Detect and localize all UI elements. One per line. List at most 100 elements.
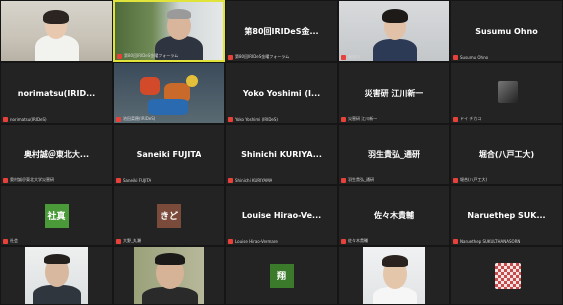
participant-label: 長谷川 [348,54,360,59]
name-label: 佐々木貴輔 [341,238,368,244]
participant-label: Naruethep SUKULTHANASORN [460,239,521,244]
participant-label: Yoko Yoshimi (IRIDeS) [235,117,278,122]
muted-mic-icon [341,54,346,60]
participant-tile[interactable]: 第80回IRIDeS金... 第80回IRIDeS金曜フォーラム [225,0,338,62]
participant-tile[interactable]: Naruethep SUK... Naruethep SUKULTHANASORN [450,185,563,246]
name-label: 第80回IRIDeS金曜フォーラム [117,53,178,59]
name-label: 堀合(八戸工大) [453,177,487,183]
participant-label: 社会 [10,238,18,243]
participant-tile[interactable]: 奥村誠＠東北大... 奥村誠＠東北大学災害研 [0,124,113,185]
participant-tile[interactable]: Susumu Ohno Susumu Ohno [450,0,563,62]
participant-name: 堀合(八戸工大) [478,150,535,159]
participant-name: 奥村誠＠東北大... [23,150,90,159]
video-feed [363,247,425,304]
muted-mic-icon [453,55,458,60]
participant-tile[interactable] [450,246,563,305]
video-feed [115,2,223,60]
participant-tile[interactable]: 第80回IRIDeS金曜フォーラム [113,0,225,62]
participant-name: 佐々木貴輔 [374,211,414,220]
name-label: 大野_丸瀬 [116,238,141,244]
participant-name: 第80回IRIDeS金... [244,26,319,36]
participant-tile[interactable]: 翔 [225,246,338,305]
muted-mic-icon [228,239,233,244]
muted-mic-icon [341,116,346,122]
participant-tile[interactable]: 池田菜穂(IRIDeS) [113,62,225,124]
participant-tile[interactable] [113,246,225,305]
participant-name: Yoko Yoshimi (I... [242,88,321,98]
video-feed [25,247,88,304]
muted-mic-icon [453,239,458,244]
name-label: Shinichi KURIYAMA [228,178,272,183]
participant-name: 災害研 江川新一 [364,88,424,98]
name-label: Naruethep SUKULTHANASORN [453,239,520,244]
participant-name: 羽生貴弘_通研 [368,150,420,159]
participant-tile[interactable]: 羽生貴弘_通研 羽生貴弘_通研 [338,124,450,185]
participant-tile[interactable]: Louise Hirao-Ve... Louise Hirao-Vermare [225,185,338,246]
muted-mic-icon [453,116,458,122]
participant-tile[interactable] [338,246,450,305]
participant-tile[interactable] [0,246,113,305]
participant-label: 第80回IRIDeS金曜フォーラム [235,54,290,59]
participant-tile[interactable]: ドイ チカコ [450,62,563,124]
avatar: きど [157,203,181,228]
video-feed [339,1,449,61]
participant-label: norimatsu(IRIDeS) [10,117,47,122]
muted-mic-icon [3,177,8,183]
participant-tile[interactable] [0,0,113,62]
participant-label: 第80回IRIDeS金曜フォーラム [124,53,179,58]
name-label: Saneiki FUJITA [116,178,151,183]
muted-mic-icon [228,54,233,60]
participant-tile[interactable]: 長谷川 [338,0,450,62]
avatar: 社真 [44,203,69,228]
participant-label: 佐々木貴輔 [348,238,368,243]
participant-name: Naruethep SUK... [467,211,546,220]
participant-tile[interactable]: 社真社会 [0,185,113,246]
name-label: 社会 [3,238,18,244]
muted-mic-icon [3,238,8,244]
muted-mic-icon [341,177,346,183]
name-label: Louise Hirao-Vermare [228,239,278,244]
video-feed [451,63,562,123]
participant-tile[interactable]: Shinichi KURIYA... Shinichi KURIYAMA [225,124,338,185]
participant-label: 大野_丸瀬 [123,238,141,243]
participant-tile[interactable]: 災害研 江川新一 災害研 江川新一 [338,62,450,124]
participant-label: Saneiki FUJITA [123,178,152,183]
participant-tile[interactable]: きど大野_丸瀬 [113,185,225,246]
participant-label: 池田菜穂(IRIDeS) [123,116,156,121]
name-label: Yoko Yoshimi (IRIDeS) [228,117,278,122]
participant-tile[interactable]: Saneiki FUJITA Saneiki FUJITA [113,124,225,185]
name-label: 奥村誠＠東北大学災害研 [3,177,54,183]
participant-label: 堀合(八戸工大) [460,177,488,182]
muted-mic-icon [228,178,233,183]
gallery-view: 第80回IRIDeS金曜フォーラム 第80回IRIDeS金... 第80回IRIDe… [0,0,563,305]
video-feed [134,247,204,304]
muted-mic-icon [117,53,122,59]
name-label: ドイ チカコ [453,116,481,122]
participant-tile[interactable]: Yoko Yoshimi (I... Yoko Yoshimi (IRIDeS) [225,62,338,124]
name-label: 長谷川 [341,54,360,60]
participant-label: Louise Hirao-Vermare [235,239,278,244]
video-feed [1,1,112,61]
name-label: 池田菜穂(IRIDeS) [116,116,155,122]
participant-label: 羽生貴弘_通研 [348,177,374,182]
muted-mic-icon [116,178,121,183]
participant-label: Shinichi KURIYAMA [235,178,273,183]
video-feed [114,63,224,123]
participant-label: Susumu Ohno [460,55,489,60]
name-label: Susumu Ohno [453,55,488,60]
participant-label: ドイ チカコ [460,116,482,121]
video-feed [451,247,562,304]
participant-name: Shinichi KURIYA... [241,150,322,159]
participant-tile[interactable]: 佐々木貴輔 佐々木貴輔 [338,185,450,246]
muted-mic-icon [453,177,458,183]
participant-tile[interactable]: norimatsu(IRID... norimatsu(IRIDeS) [0,62,113,124]
avatar: 翔 [269,263,294,288]
participant-tile[interactable]: 堀合(八戸工大) 堀合(八戸工大) [450,124,563,185]
participant-name: norimatsu(IRID... [17,88,96,98]
participant-label: 災害研 江川新一 [348,116,378,121]
participant-label: 奥村誠＠東北大学災害研 [10,177,54,182]
muted-mic-icon [116,238,121,244]
muted-mic-icon [341,238,346,244]
participant-name: Susumu Ohno [475,26,538,36]
name-label: norimatsu(IRIDeS) [3,117,47,122]
